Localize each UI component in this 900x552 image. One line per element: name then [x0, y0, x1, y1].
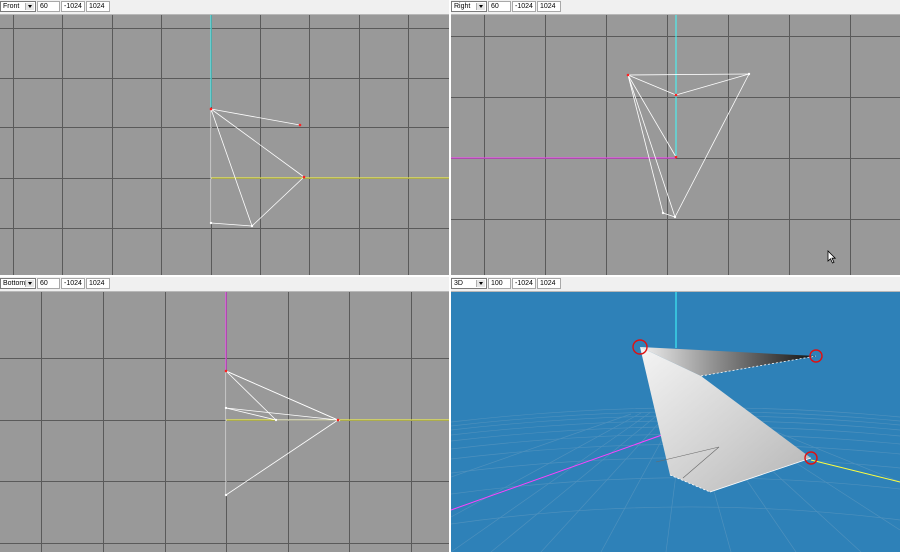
chevron-down-icon [25, 280, 34, 287]
view-mode-label: Bottom [3, 280, 26, 287]
fov-field[interactable]: 100 [488, 278, 511, 289]
front-viewport[interactable] [0, 15, 449, 275]
view-mode-label: Right [454, 3, 471, 10]
fov-field[interactable]: 60 [488, 1, 511, 12]
near-clip-field[interactable]: -1024 [512, 1, 536, 12]
viewport-pane-front: Front 60 -1024 1024 [0, 0, 449, 275]
right-viewport[interactable] [451, 15, 900, 275]
near-clip-field[interactable]: -1024 [61, 1, 85, 12]
view-mode-select[interactable]: Front [0, 1, 36, 12]
chevron-down-icon [25, 3, 34, 10]
far-clip-field[interactable]: 1024 [86, 1, 110, 12]
fov-field[interactable]: 60 [37, 1, 60, 12]
viewport-toolbar: Right 60 -1024 1024 [451, 0, 900, 15]
view-mode-label: Front [3, 3, 20, 10]
fov-field[interactable]: 60 [37, 278, 60, 289]
far-clip-field[interactable]: 1024 [86, 278, 110, 289]
far-clip-field[interactable]: 1024 [537, 278, 561, 289]
view-mode-select[interactable]: Right [451, 1, 487, 12]
chevron-down-icon [476, 3, 485, 10]
view-mode-select[interactable]: Bottom [0, 278, 36, 289]
view-mode-label: 3D [454, 280, 463, 287]
viewport-pane-3d: 3D 100 -1024 1024 [451, 277, 900, 552]
viewport-toolbar: 3D 100 -1024 1024 [451, 277, 900, 292]
viewport-toolbar: Bottom 60 -1024 1024 [0, 277, 449, 292]
bottom-viewport[interactable] [0, 292, 449, 552]
near-clip-field[interactable]: -1024 [512, 278, 536, 289]
viewport-toolbar: Front 60 -1024 1024 [0, 0, 449, 15]
far-clip-field[interactable]: 1024 [537, 1, 561, 12]
chevron-down-icon [476, 280, 485, 287]
viewport-pane-right: Right 60 -1024 1024 [451, 0, 900, 275]
perspective-viewport[interactable] [451, 292, 900, 552]
view-mode-select[interactable]: 3D [451, 278, 487, 289]
viewport-pane-bottom: Bottom 60 -1024 1024 [0, 277, 449, 552]
near-clip-field[interactable]: -1024 [61, 278, 85, 289]
